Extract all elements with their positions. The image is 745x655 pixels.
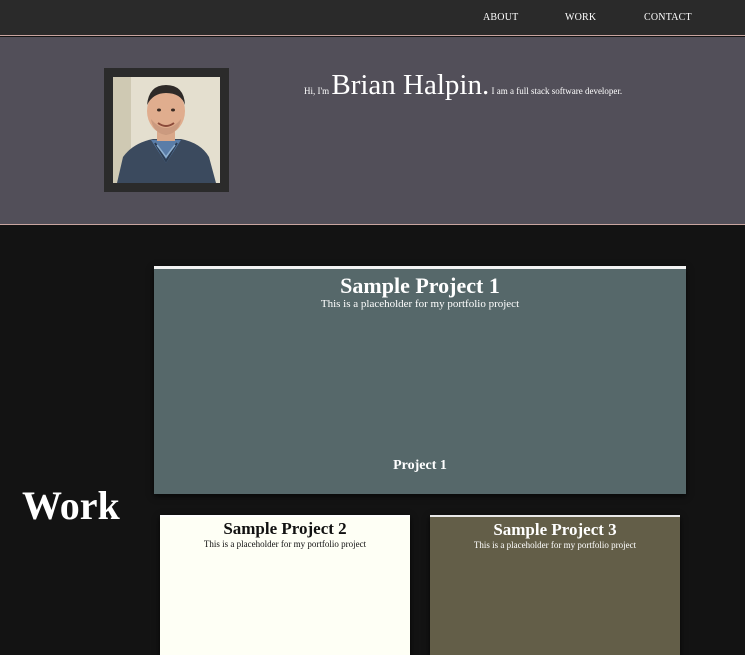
navbar: About Work Contact xyxy=(0,0,745,36)
project-title: Sample Project 1 xyxy=(340,273,500,298)
work-section: Work Sample Project 1 This is a placehol… xyxy=(0,226,745,655)
greeting-text: Hi, I'm xyxy=(304,86,330,96)
intro-text: Hi, I'm Brian Halpin. I am a full stack … xyxy=(304,71,624,100)
project-description: This is a placeholder for my portfolio p… xyxy=(203,539,367,549)
nav-work-link[interactable]: Work xyxy=(565,12,596,23)
project-description: This is a placeholder for my portfolio p… xyxy=(320,298,520,310)
project-description: This is a placeholder for my portfolio p… xyxy=(473,540,637,550)
project-footer-label: Project 1 xyxy=(393,458,447,473)
nav-about-link[interactable]: About xyxy=(483,12,518,23)
work-heading: Work xyxy=(22,483,120,528)
profile-photo xyxy=(113,77,220,183)
project-card-3[interactable]: Sample Project 3 This is a placeholder f… xyxy=(430,515,680,655)
project-title: Sample Project 2 xyxy=(223,519,347,538)
project-card-2[interactable]: Sample Project 2 This is a placeholder f… xyxy=(160,515,410,655)
hero-section: Hi, I'm Brian Halpin. I am a full stack … xyxy=(0,37,745,225)
person-silhouette-icon xyxy=(113,77,220,183)
project-card-1[interactable]: Sample Project 1 This is a placeholder f… xyxy=(154,266,686,494)
developer-name: Brian Halpin. xyxy=(331,69,490,101)
profile-photo-frame xyxy=(104,68,229,192)
nav-contact-link[interactable]: Contact xyxy=(644,12,692,23)
project-title: Sample Project 3 xyxy=(493,520,617,539)
tagline-text: I am a full stack software developer. xyxy=(491,86,623,96)
